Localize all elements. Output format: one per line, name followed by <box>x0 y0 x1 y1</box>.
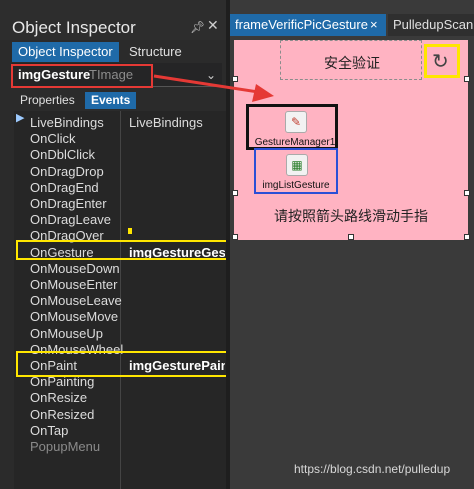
resize-handle[interactable] <box>232 190 238 196</box>
event-name[interactable]: OnDragEnter <box>30 196 107 212</box>
watermark: https://blog.csdn.net/pulledup <box>294 462 451 476</box>
highlight-box-component <box>11 64 153 88</box>
highlight-box-onpaint <box>16 351 228 377</box>
tab-properties[interactable]: Properties <box>14 92 81 109</box>
annotation-arrow <box>153 74 274 102</box>
resize-handle[interactable] <box>232 234 238 240</box>
tab-structure[interactable]: Structure <box>123 42 188 62</box>
event-name[interactable]: LiveBindings <box>30 115 104 131</box>
refresh-icon: ↻ <box>432 51 449 73</box>
event-name[interactable]: OnDragDrop <box>30 164 104 180</box>
gesture-manager-icon: ✎ <box>285 111 307 133</box>
event-name[interactable]: OnDragLeave <box>30 212 111 228</box>
highlight-box-ongesture <box>16 240 228 260</box>
gesture-manager-component[interactable]: ✎ GestureManager1 <box>246 104 338 150</box>
tab-pulledup-scan[interactable]: PulledupScan <box>388 14 474 36</box>
events-grid: ▶ LiveBindings LiveBindings OnClick OnDblCl… <box>14 111 226 489</box>
yellow-marker <box>128 228 132 234</box>
tab-label: frameVerificPicGesture <box>235 17 368 32</box>
event-name[interactable]: OnClick <box>30 131 76 147</box>
event-name[interactable]: OnMouseMove <box>30 309 118 325</box>
resize-handle[interactable] <box>464 190 470 196</box>
gesture-manager-label: GestureManager1 <box>254 137 336 148</box>
pin-icon[interactable]: 📌︎ <box>190 20 205 34</box>
image-list-label: imgListGesture <box>262 180 330 191</box>
header-label-box[interactable]: 安全验证 <box>280 40 422 80</box>
resize-handle[interactable] <box>464 234 470 240</box>
tab-object-inspector[interactable]: Object Inspector <box>12 42 119 62</box>
event-name[interactable]: OnMouseLeave <box>30 293 122 309</box>
expand-arrow-icon[interactable]: ▶ <box>16 111 24 124</box>
resize-handle[interactable] <box>464 76 470 82</box>
event-name[interactable]: OnMouseDown <box>30 261 120 277</box>
refresh-button[interactable]: ↻ <box>424 44 460 78</box>
event-name[interactable]: OnDragEnd <box>30 180 99 196</box>
image-list-icon: ▦ <box>286 154 308 176</box>
event-name[interactable]: OnResize <box>30 390 87 406</box>
close-icon[interactable]: ✕ <box>207 17 219 34</box>
event-name[interactable]: OnResized <box>30 407 94 423</box>
inspector-title-bar: Object Inspector 📌︎ ✕ <box>0 0 226 40</box>
resize-handle[interactable] <box>348 234 354 240</box>
header-text: 安全验证 <box>324 55 380 71</box>
footer-text: 请按照箭头路线滑动手指 <box>274 208 428 224</box>
event-name[interactable]: PopupMenu <box>30 439 100 455</box>
tab-events[interactable]: Events <box>85 92 137 109</box>
inspector-title: Object Inspector <box>12 18 136 37</box>
event-name[interactable]: OnDblClick <box>30 147 95 163</box>
tab-frame-verific-pic-gesture[interactable]: frameVerificPicGesture × <box>230 14 386 36</box>
event-name[interactable]: OnMouseUp <box>30 326 103 342</box>
event-value[interactable]: LiveBindings <box>129 115 203 131</box>
event-name[interactable]: OnTap <box>30 423 68 439</box>
event-name[interactable]: OnMouseEnter <box>30 277 117 293</box>
close-icon[interactable]: × <box>370 17 378 32</box>
image-list-component[interactable]: ▦ imgListGesture <box>254 148 338 194</box>
